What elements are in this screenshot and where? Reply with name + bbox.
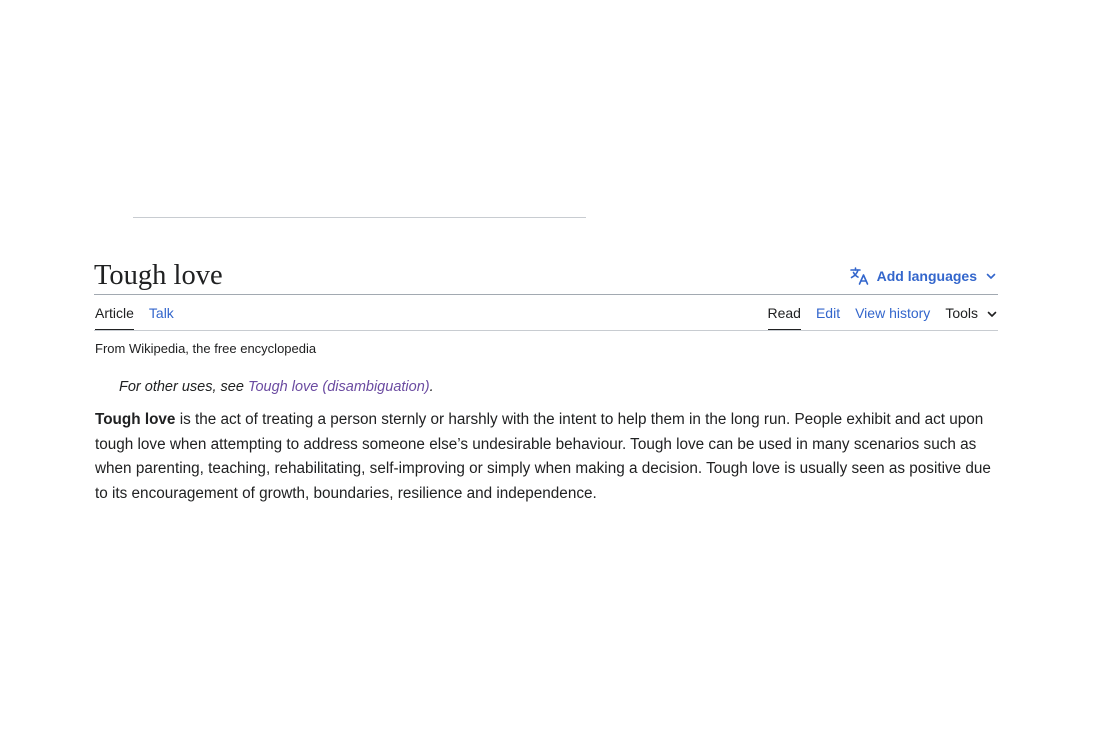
- lead-text: is the act of treating a person sternly …: [95, 411, 991, 502]
- add-languages-label: Add languages: [876, 268, 977, 284]
- tab-read[interactable]: Read: [767, 303, 802, 331]
- tab-edit[interactable]: Edit: [816, 303, 840, 329]
- hatnote-prefix: For other uses, see: [119, 379, 248, 395]
- tools-label: Tools: [945, 305, 978, 321]
- translate-icon: [849, 266, 869, 286]
- add-languages-button[interactable]: Add languages: [849, 266, 997, 286]
- lead-bold-term: Tough love: [95, 411, 176, 428]
- disambiguation-link[interactable]: Tough love (disambiguation): [248, 379, 430, 395]
- title-divider: [94, 294, 998, 295]
- tabs-divider: [94, 330, 998, 331]
- hatnote: For other uses, see Tough love (disambig…: [119, 377, 434, 397]
- tab-article[interactable]: Article: [95, 303, 134, 331]
- lead-paragraph: Tough love is the act of treating a pers…: [95, 408, 998, 506]
- page-title: Tough love: [94, 260, 223, 291]
- site-tagline: From Wikipedia, the free encyclopedia: [95, 341, 317, 356]
- header-divider: [133, 217, 586, 218]
- view-tabs: Read Edit View history Tools: [767, 303, 999, 331]
- tab-view-history[interactable]: View history: [855, 303, 930, 329]
- hatnote-suffix: .: [429, 379, 434, 395]
- tab-talk[interactable]: Talk: [149, 303, 174, 329]
- namespace-tabs: Article Talk: [95, 303, 174, 331]
- tools-menu-button[interactable]: Tools: [945, 303, 998, 323]
- chevron-down-icon: [985, 270, 997, 282]
- chevron-down-icon: [986, 307, 998, 320]
